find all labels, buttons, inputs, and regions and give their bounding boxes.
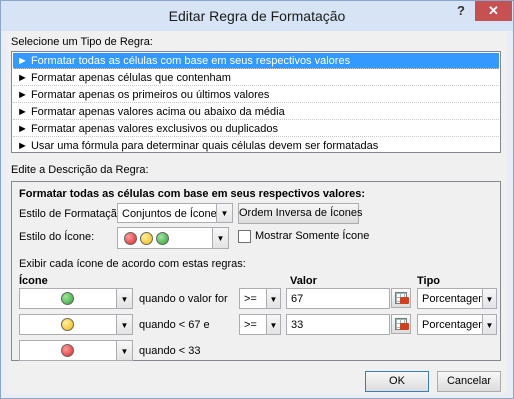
format-style-value: Conjuntos de Ícones <box>122 208 223 220</box>
icon-column-header: Ícone <box>19 275 48 287</box>
rule-type-list[interactable]: ► Formatar todas as células com base em … <box>11 51 501 153</box>
icon-style-select[interactable]: ▼ <box>117 227 229 249</box>
red-circle-icon <box>61 344 74 357</box>
icon-select[interactable]: ▼ <box>19 288 133 309</box>
show-icon-only-label: Mostrar Somente Ícone <box>255 230 370 242</box>
icon-select[interactable]: ▼ <box>19 314 133 335</box>
rule-type-heading: Selecione um Tipo de Regra: <box>11 36 153 48</box>
value-input[interactable]: 67 <box>286 288 390 309</box>
chevron-down-icon: ▼ <box>266 315 280 334</box>
condition-text: quando < 33 <box>139 345 201 357</box>
chevron-down-icon: ▼ <box>116 289 132 308</box>
rule-type-item[interactable]: ► Formatar todas as células com base em … <box>13 53 499 69</box>
cell-reference-button[interactable] <box>391 288 411 308</box>
value-input-text: 67 <box>291 293 304 305</box>
chevron-down-icon: ▼ <box>266 289 280 308</box>
chevron-down-icon: ▼ <box>482 315 496 334</box>
type-select[interactable]: Porcentagem ▼ <box>417 314 497 335</box>
cancel-button[interactable]: Cancelar <box>437 371 501 392</box>
green-circle-icon <box>61 292 74 305</box>
icon-rules-heading: Exibir cada ícone de acordo com estas re… <box>19 258 246 270</box>
icon-select[interactable]: ▼ <box>19 340 133 361</box>
condition-text: quando < 67 e <box>139 319 210 331</box>
operator-value: >= <box>244 319 257 331</box>
chevron-down-icon: ▼ <box>216 204 232 222</box>
window-title: Editar Regra de Formatação <box>168 8 346 24</box>
type-value: Porcentagem <box>422 319 488 331</box>
red-circle-icon <box>124 232 137 245</box>
chevron-down-icon: ▼ <box>116 341 132 360</box>
description-heading: Edite a Descrição da Regra: <box>11 164 149 176</box>
close-button[interactable]: ✕ <box>475 1 512 21</box>
condition-text: quando o valor for <box>139 293 228 305</box>
help-button[interactable]: ? <box>449 3 473 23</box>
title-bar: Editar Regra de Formatação ? ✕ <box>1 1 513 31</box>
edit-formatting-rule-dialog: Editar Regra de Formatação ? ✕ Selecione… <box>0 0 514 399</box>
chevron-down-icon: ▼ <box>212 228 228 248</box>
rule-type-item[interactable]: ► Formatar apenas células que contenham <box>13 70 499 86</box>
ok-button[interactable]: OK <box>365 371 429 392</box>
type-column-header: Tipo <box>417 275 441 287</box>
rule-type-item[interactable]: ► Formatar apenas os primeiros ou último… <box>13 87 499 103</box>
chevron-down-icon: ▼ <box>482 289 496 308</box>
type-value: Porcentagem <box>422 293 488 305</box>
format-style-label: Estilo de Formatação: <box>19 208 126 220</box>
yellow-circle-icon <box>140 232 153 245</box>
reverse-icon-order-button[interactable]: Ordem Inversa de Ícones <box>238 203 363 224</box>
operator-select[interactable]: >= ▼ <box>239 288 281 309</box>
cell-reference-button[interactable] <box>391 314 411 334</box>
show-icon-only-checkbox[interactable] <box>238 230 251 243</box>
rule-type-item[interactable]: ► Formatar apenas valores acima ou abaix… <box>13 104 499 120</box>
icon-style-label: Estilo do Ícone: <box>19 231 95 243</box>
value-column-header: Valor <box>290 275 317 287</box>
format-style-select[interactable]: Conjuntos de Ícones ▼ <box>117 203 233 223</box>
operator-value: >= <box>244 293 257 305</box>
type-select[interactable]: Porcentagem ▼ <box>417 288 497 309</box>
rule-type-item[interactable]: ► Usar uma fórmula para determinar quais… <box>13 138 499 154</box>
value-input-text: 33 <box>291 319 304 331</box>
description-subheading: Formatar todas as células com base em se… <box>19 188 366 200</box>
yellow-circle-icon <box>61 318 74 331</box>
value-input[interactable]: 33 <box>286 314 390 335</box>
green-circle-icon <box>156 232 169 245</box>
operator-select[interactable]: >= ▼ <box>239 314 281 335</box>
rule-type-item[interactable]: ► Formatar apenas valores exclusivos ou … <box>13 121 499 137</box>
chevron-down-icon: ▼ <box>116 315 132 334</box>
